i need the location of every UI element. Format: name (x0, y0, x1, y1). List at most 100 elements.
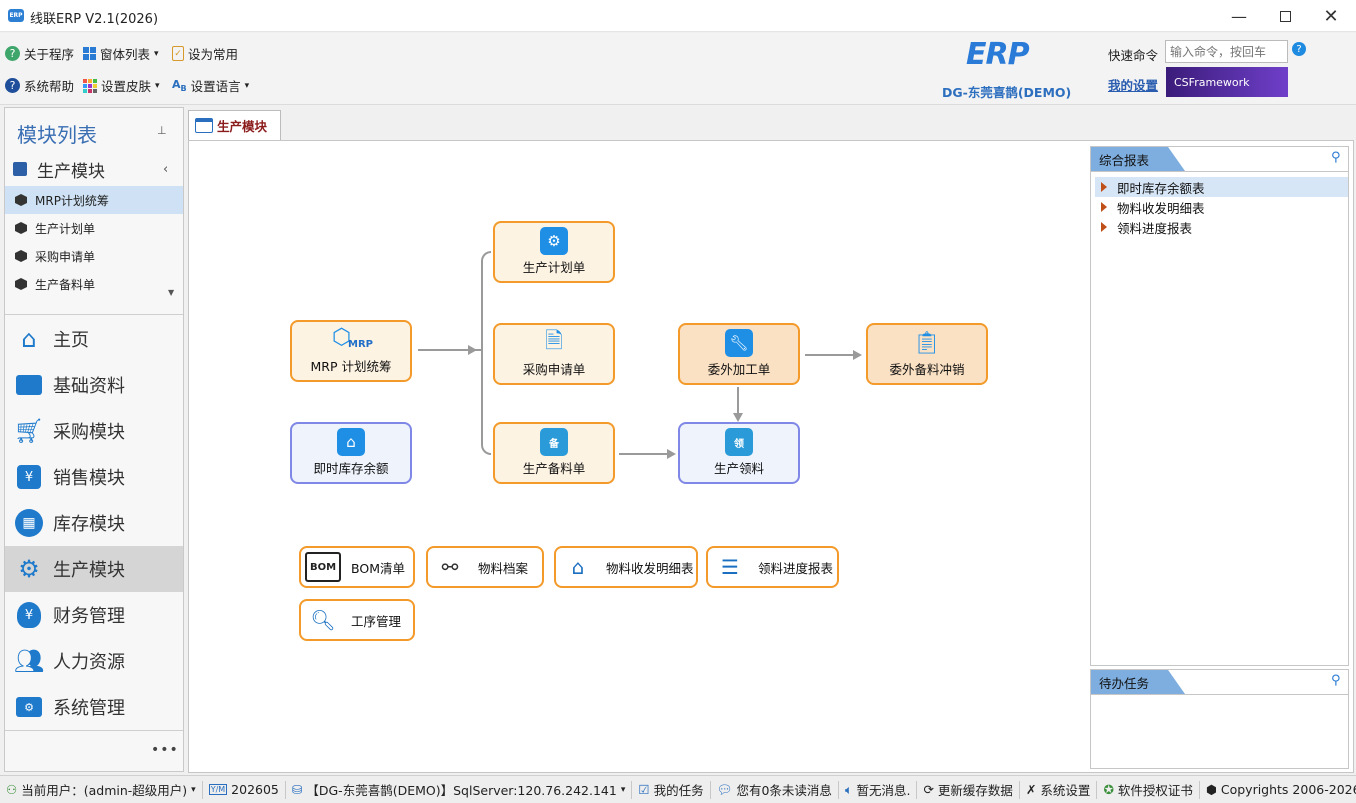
status-tasks[interactable]: ☑ 我的任务 (632, 780, 711, 799)
status-period[interactable]: Y/M 202605 (203, 780, 286, 799)
my-settings-link[interactable]: 我的设置 (1108, 75, 1158, 94)
status-notice[interactable]: 🔈︎ 暂无消息. (839, 780, 918, 799)
chevron-down-icon: ▾ (620, 784, 626, 795)
sidebar-item-purchase[interactable]: 采购申请单 (5, 242, 183, 270)
cart-icon: 🛒︎ (13, 417, 45, 445)
node-label: 生产领料 (713, 461, 764, 476)
shortcut-process[interactable]: 🔍︎ 工序管理 (299, 599, 415, 641)
nav-label: 销售模块 (53, 468, 125, 489)
nav-production[interactable]: ⚙ 生产模块 (5, 546, 183, 592)
status-server[interactable]: ⛁ 【DG-东莞喜鹊(DEMO)】SqlServer:120.76.242.141… (286, 780, 633, 799)
nav-hr[interactable]: 👥︎ 人力资源 (5, 638, 183, 684)
status-messages[interactable]: 💬︎ 您有0条未读消息 (711, 780, 839, 799)
tab-production[interactable]: 生产模块 (188, 110, 281, 140)
flow-node-purchase-request[interactable]: 🗎︎ 采购申请单 (493, 323, 615, 385)
todo-tab[interactable]: 待办任务 (1091, 670, 1185, 694)
status-copyright: ⬢ Copyrights 2006-2026, (1200, 781, 1356, 799)
help-icon[interactable]: ? (1292, 42, 1306, 56)
workflow-canvas: ⬡ MRP MRP 计划统筹 ⚙ 生产计划单 🗎︎ 采购申请单 🔧︎ 委外加工单 … (188, 140, 1354, 773)
more-button[interactable]: ••• (151, 742, 179, 758)
status-settings[interactable]: ✗ 系统设置 (1020, 780, 1098, 799)
flow-node-outsource-return[interactable]: 📋︎ 委外备料冲销 (866, 323, 988, 385)
scroll-down-icon[interactable]: ▼ (168, 288, 174, 297)
chevron-down-icon: ▾ (191, 784, 196, 795)
nav-purchase[interactable]: 🛒︎ 采购模块 (5, 408, 183, 454)
set-common-button[interactable]: ✓ 设为常用 (172, 44, 238, 63)
quick-command-input[interactable] (1165, 40, 1288, 63)
nav-inventory[interactable]: ▦ 库存模块 (5, 500, 183, 546)
divider (1091, 694, 1348, 695)
shortcut-material-archive[interactable]: ⚯ 物料档案 (426, 546, 544, 588)
minimize-button[interactable]: — (1216, 0, 1262, 32)
help-button[interactable]: ? 系统帮助 (5, 76, 74, 95)
shortcut-material-flow[interactable]: ⌂ 物料收发明细表 (554, 546, 698, 588)
nav-finance[interactable]: ¥ 财务管理 (5, 592, 183, 638)
nav-system[interactable]: ⚙ 系统管理 (5, 684, 183, 730)
status-license-label: 软件授权证书 (1117, 783, 1193, 798)
nav-sales[interactable]: ¥ 销售模块 (5, 454, 183, 500)
module-group-icon (13, 162, 27, 176)
search-icon[interactable]: ⚲ (1331, 673, 1341, 688)
collapse-chevron-icon[interactable]: ‹ (163, 162, 168, 177)
shortcut-pick-progress[interactable]: ☰ 领料进度报表 (706, 546, 839, 588)
bag-wrench-icon: 🔧︎ (725, 329, 753, 357)
search-icon[interactable]: ⚲ (1331, 150, 1341, 165)
flow-node-stock-balance[interactable]: ⌂ 即时库存余额 (290, 422, 412, 484)
nav-label: 库存模块 (53, 514, 125, 535)
pipes-icon: ⚯ (441, 555, 459, 579)
flow-node-material-pick[interactable]: 领 生产领料 (678, 422, 800, 484)
window-list-button[interactable]: 窗体列表 ▾ (83, 44, 159, 63)
reports-panel: 综合报表 ⚲ 即时库存余额表 物料收发明细表 领料进度报表 (1090, 146, 1349, 666)
flow-node-mrp[interactable]: ⬡ MRP MRP 计划统筹 (290, 320, 412, 382)
caret-right-icon (1101, 202, 1107, 212)
flow-node-material-prep[interactable]: 备 生产备料单 (493, 422, 615, 484)
module-group-header[interactable]: 生产模块 ‹ (5, 156, 183, 182)
node-label: 委外加工单 (707, 362, 771, 377)
status-license[interactable]: ✪ 软件授权证书 (1097, 780, 1200, 799)
palette-icon (83, 78, 97, 93)
main-area: 生产模块 ⬡ MRP MRP 计划统筹 ⚙ 生产计划单 🗎︎ 采购申请单 🔧︎ 委… (188, 107, 1354, 773)
reports-tab[interactable]: 综合报表 (1091, 147, 1185, 171)
maximize-button[interactable] (1262, 0, 1308, 32)
sidebar-item-plan[interactable]: 生产计划单 (5, 214, 183, 242)
sidebar-item-mrp[interactable]: MRP计划统筹 (5, 186, 183, 214)
banner-label: CSFramework (1174, 75, 1250, 89)
nav-basic-data[interactable]: 基础资料 (5, 362, 183, 408)
language-label: 设置语言 (190, 79, 241, 94)
layers-clock-icon: ☰ (721, 555, 739, 579)
close-button[interactable]: ✕ (1308, 0, 1354, 32)
money-icon: ¥ (13, 599, 45, 631)
node-label: 即时库存余额 (313, 461, 389, 476)
cube-icon (15, 278, 27, 290)
cube-icon (15, 250, 27, 262)
connector-line (619, 453, 671, 455)
module-group-label: 生产模块 (37, 161, 105, 182)
flow-node-production-plan[interactable]: ⚙ 生产计划单 (493, 221, 615, 283)
nav-home[interactable]: ⌂ 主页 (5, 316, 183, 362)
shortcut-bom[interactable]: BOM BOM清单 (299, 546, 415, 588)
status-copyright-label: Copyrights 2006-2026, (1220, 782, 1356, 797)
report-item[interactable]: 领料进度报表 (1095, 217, 1348, 237)
skin-button[interactable]: 设置皮肤 ▾ (83, 76, 160, 95)
report-item[interactable]: 即时库存余额表 (1095, 177, 1348, 197)
home-icon: ⌂ (21, 325, 37, 353)
flow-node-outsource[interactable]: 🔧︎ 委外加工单 (678, 323, 800, 385)
task-icon: ☑ (638, 782, 650, 797)
pin-icon[interactable]: ⊥ (157, 124, 167, 137)
sidebar-title: 模块列表 (17, 123, 97, 147)
connector-line (475, 349, 483, 351)
language-button[interactable]: AB 设置语言 ▾ (172, 76, 249, 95)
nav-label: 财务管理 (53, 606, 125, 627)
todo-panel: 待办任务 ⚲ (1090, 669, 1349, 769)
about-button[interactable]: ? 关于程序 (5, 44, 74, 63)
csframework-banner[interactable]: CSFramework (1166, 67, 1288, 97)
report-item[interactable]: 物料收发明细表 (1095, 197, 1348, 217)
toolbar: ? 关于程序 窗体列表 ▾ ✓ 设为常用 ? 系统帮助 设置皮肤 ▾ AB 设置语言 ▾ ER… (0, 33, 1356, 105)
status-refresh[interactable]: ⟳ 更新缓存数据 (917, 780, 1020, 799)
window-icon (195, 118, 213, 133)
message-icon: 💬︎ (716, 781, 733, 797)
connector-line (805, 354, 857, 356)
status-user[interactable]: ⚇ 当前用户：(admin-超级用户) ▾ (0, 780, 203, 799)
sidebar-item-prep[interactable]: 生产备料单 (5, 270, 183, 298)
arrow-head (853, 350, 862, 360)
